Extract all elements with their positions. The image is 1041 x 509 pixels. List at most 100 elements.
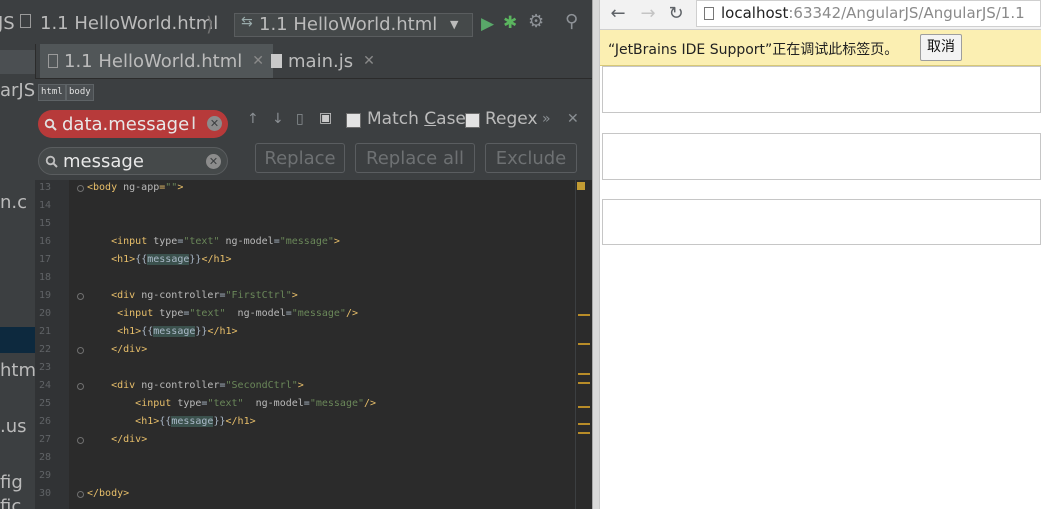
code-token: "message": [309, 398, 365, 409]
code-line: <div ng-controller="SecondCtrl">: [87, 380, 304, 391]
cancel-button[interactable]: 取消: [920, 34, 962, 61]
fold-marker-icon[interactable]: [77, 491, 84, 498]
code-token: "message": [279, 236, 334, 247]
debug-bug-icon[interactable]: ✱: [503, 13, 517, 33]
regex-checkbox[interactable]: [465, 113, 480, 128]
code-token: ng-model: [225, 308, 286, 319]
code-line: <h1>{{message}}</h1>: [87, 326, 238, 337]
occurrence-mark[interactable]: [578, 382, 590, 384]
settings-gear-icon[interactable]: ⚙: [528, 11, 544, 32]
browser-toolbar: ← → ↻ localhost:63342/AngularJS/AngularJ…: [600, 0, 1041, 30]
text-input[interactable]: [602, 133, 1041, 180]
error-stripe[interactable]: [575, 180, 592, 509]
reload-icon[interactable]: ↻: [664, 2, 688, 26]
search-everywhere-icon[interactable]: ⚲: [565, 11, 578, 32]
chevron-down-icon: ▼: [450, 18, 459, 31]
code-token: }}: [195, 326, 208, 337]
breadcrumb-body[interactable]: body: [66, 84, 94, 101]
occurrence-mark[interactable]: [578, 314, 590, 316]
navigation-bar: JS 1.1 HelloWorld.html ⟩ ⇆ 1.1 HelloWorl…: [0, 0, 592, 45]
text-input[interactable]: [602, 199, 1041, 245]
code-token: message: [147, 254, 190, 265]
close-icon[interactable]: ✕: [567, 111, 579, 127]
fold-marker-icon[interactable]: [77, 383, 84, 390]
project-row[interactable]: [0, 50, 35, 74]
code-token: />: [345, 308, 358, 319]
search-input[interactable]: data.message I ✕: [38, 110, 228, 138]
tab-label: main.js: [288, 50, 354, 72]
code-editor[interactable]: 13 14 15 16 17 18 19 20 21 22 23 24 25 26 27 28 29 30 <bo…: [35, 180, 575, 509]
project-tree-item[interactable]: arJS: [0, 80, 35, 101]
run-config-dropdown[interactable]: ⇆ 1.1 HelloWorld.html ▼: [234, 13, 473, 37]
code-token: >: [291, 290, 298, 301]
breadcrumb: html body: [35, 79, 592, 105]
fold-marker-icon[interactable]: [77, 347, 84, 354]
code-token: </body>: [87, 488, 130, 499]
fold-marker-icon[interactable]: [77, 437, 84, 444]
run-icon[interactable]: ▶: [481, 14, 494, 34]
select-all-icon[interactable]: ▣: [319, 110, 332, 126]
code-token: {{: [141, 326, 154, 337]
forward-arrow-icon[interactable]: →: [636, 2, 660, 26]
match-case-checkbox[interactable]: [346, 113, 361, 128]
search-input-value: data.message: [62, 113, 190, 135]
occurrence-mark[interactable]: [578, 423, 590, 425]
occurrence-mark[interactable]: [578, 406, 590, 408]
occurrence-mark[interactable]: [578, 343, 590, 345]
js-file-icon: [271, 54, 282, 68]
browser-window: ← → ↻ localhost:63342/AngularJS/AngularJ…: [600, 0, 1041, 509]
replace-button[interactable]: Replace: [255, 143, 345, 173]
occurrence-mark[interactable]: [578, 432, 590, 434]
project-tree-item[interactable]: fic: [0, 496, 21, 509]
code-token: "text": [189, 308, 226, 319]
code-token: type: [159, 308, 184, 319]
crumb-separator-icon: ⟩: [206, 12, 214, 36]
code-line: <div ng-controller="FirstCtrl">: [87, 290, 298, 301]
replace-all-button[interactable]: Replace all: [355, 143, 475, 173]
project-tree-item[interactable]: n.c: [0, 192, 27, 213]
clear-icon[interactable]: ✕: [206, 154, 221, 169]
tab-hello-world[interactable]: 1.1 HelloWorld.html ✕: [40, 44, 273, 78]
project-tree-item[interactable]: .us: [0, 416, 27, 437]
occurrence-mark[interactable]: [578, 373, 590, 375]
code-token: >: [333, 236, 340, 247]
fold-marker-icon[interactable]: [77, 293, 84, 300]
more-options-icon[interactable]: »: [542, 111, 551, 127]
url-text: localhost:63342/AngularJS/AngularJS/1.1: [721, 4, 1025, 22]
back-arrow-icon[interactable]: ←: [606, 2, 630, 26]
text-input[interactable]: [602, 66, 1041, 113]
address-bar[interactable]: localhost:63342/AngularJS/AngularJS/1.1: [696, 0, 1041, 27]
nav-project-crumb[interactable]: JS: [0, 13, 15, 34]
replace-input[interactable]: message ✕: [38, 147, 228, 175]
clear-icon[interactable]: ✕: [207, 116, 222, 131]
debugger-infobar: “JetBrains IDE Support”正在调试此标签页。 取消: [600, 30, 1041, 66]
code-token: ng-model: [243, 398, 304, 409]
tab-main-js[interactable]: main.js ✕: [263, 44, 385, 78]
nav-file-crumb[interactable]: 1.1 HelloWorld.html: [40, 13, 218, 34]
exclude-button[interactable]: Exclude: [485, 143, 577, 173]
editor-tab-strip: 1.1 HelloWorld.html ✕ main.js ✕: [0, 44, 592, 79]
selected-tree-item[interactable]: [0, 327, 35, 353]
project-tree-item[interactable]: htm: [0, 360, 35, 381]
regex-label: Regex: [485, 109, 538, 129]
add-selection-icon[interactable]: ▯: [296, 111, 304, 127]
code-token: ng-model: [219, 236, 274, 247]
code-token: </div>: [111, 434, 148, 445]
code-token: message: [171, 416, 214, 427]
code-line: </div>: [87, 344, 147, 355]
close-icon[interactable]: ✕: [363, 53, 375, 69]
previous-occurrence-icon[interactable]: ↑: [247, 111, 259, 127]
window-splitter[interactable]: [592, 0, 600, 509]
code-token: <h1>: [111, 254, 136, 265]
fold-marker-icon[interactable]: [77, 185, 84, 192]
code-token: <h1>: [117, 326, 142, 337]
project-tree-item[interactable]: fig: [0, 472, 23, 493]
next-occurrence-icon[interactable]: ↓: [272, 111, 284, 127]
code-token: <div: [111, 290, 142, 301]
warning-indicator-icon[interactable]: [577, 182, 585, 190]
breadcrumb-html[interactable]: html: [38, 84, 66, 101]
